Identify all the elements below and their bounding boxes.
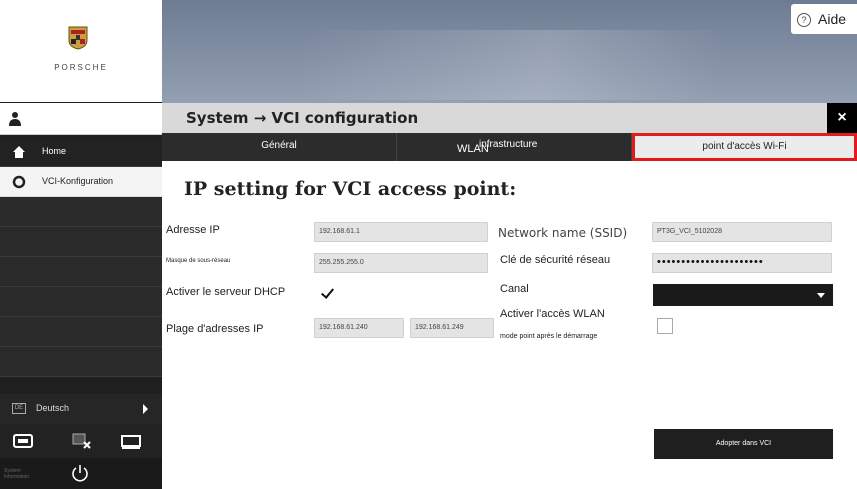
tab-bar: Général WLAN infrastructure point d'accè… (162, 133, 857, 161)
tab-general[interactable]: Général (162, 133, 397, 161)
sidebar-empty-row (0, 287, 162, 317)
home-icon (13, 146, 25, 158)
language-label: Deutsch (36, 403, 70, 413)
tab-label: infrastructure (479, 139, 538, 150)
disconnect-icon[interactable] (70, 432, 92, 450)
vci-device-icon[interactable] (12, 432, 34, 450)
help-label: Aide (818, 11, 847, 27)
power-icon[interactable] (70, 463, 90, 483)
ip-range-end-input[interactable]: 192.168.61.249 (410, 318, 494, 338)
ip-range-start-input[interactable]: 192.168.61.240 (314, 318, 404, 338)
wlan-enable-label: Activer l'accès WLAN (500, 308, 605, 320)
form-heading: IP setting for VCI access point: (184, 178, 517, 200)
ssid-label: Network name (SSID) (498, 226, 628, 240)
tab-label: Général (261, 140, 297, 151)
page-title: System → VCI configuration (186, 109, 419, 127)
channel-label: Canal (500, 283, 529, 295)
dhcp-checkbox[interactable] (320, 286, 336, 302)
ip-address-label: Adresse IP (166, 224, 220, 236)
tab-label: point d'accès Wi-Fi (702, 141, 787, 152)
user-icon[interactable] (8, 111, 22, 127)
chevron-right-icon (143, 404, 148, 414)
brand-wordmark: PORSCHE (54, 63, 108, 72)
sidebar-item-label: VCI-Konfiguration (42, 176, 114, 186)
header-banner: ? Aide (162, 0, 857, 103)
tool-row (0, 424, 162, 458)
help-icon: ? (797, 13, 811, 27)
ring-icon (12, 175, 26, 189)
sidebar-item-vci-config[interactable]: VCI-Konfiguration (0, 167, 162, 197)
tab-wlan-infrastructure[interactable]: WLAN infrastructure (397, 133, 632, 161)
subnet-mask-input[interactable]: 255.255.255.0 (314, 253, 488, 273)
tab-wifi-access-point[interactable]: point d'accès Wi-Fi (632, 133, 857, 161)
language-flag-icon: DE (12, 403, 26, 414)
sidebar: PORSCHE Home VCI-Konfiguration DE Deutsc… (0, 0, 162, 489)
apply-button[interactable]: Adopter dans VCI (654, 429, 833, 459)
security-key-input[interactable]: •••••••••••••••••••••• (652, 253, 832, 273)
subnet-mask-label: Masque de sous-réseau (166, 258, 231, 264)
sidebar-item-home[interactable]: Home (0, 137, 162, 167)
ssid-input[interactable]: PT3G_VCI_5102028 (652, 222, 832, 242)
help-button[interactable]: ? Aide (791, 4, 857, 34)
sidebar-empty-row (0, 347, 162, 377)
dhcp-label: Activer le serveur DHCP (166, 286, 286, 298)
sidebar-empty-row (0, 317, 162, 347)
chevron-down-icon (817, 293, 825, 298)
title-bar: System → VCI configuration × (162, 103, 857, 133)
sidebar-empty-row (0, 197, 162, 227)
user-row[interactable] (0, 103, 162, 135)
porsche-crest-icon (68, 26, 88, 50)
ip-address-input[interactable]: 192.168.61.1 (314, 222, 488, 242)
language-selector[interactable]: DE Deutsch (0, 394, 162, 424)
close-button[interactable]: × (827, 103, 857, 133)
sidebar-item-label: Home (42, 146, 67, 156)
channel-select[interactable] (653, 284, 833, 306)
sidebar-empty-row (0, 227, 162, 257)
wlan-enable-checkbox[interactable] (657, 318, 673, 334)
logo-area: PORSCHE (0, 0, 162, 102)
battery-icon[interactable] (120, 432, 142, 450)
sidebar-empty-row (0, 257, 162, 287)
security-key-label: Clé de sécurité réseau (500, 254, 611, 266)
wlan-enable-sub-label: mode point après le démarrage (500, 333, 598, 340)
ip-range-label: Plage d'adresses IP (166, 323, 264, 335)
power-row: System Information (0, 458, 162, 489)
system-info-label: System Information (4, 468, 30, 480)
